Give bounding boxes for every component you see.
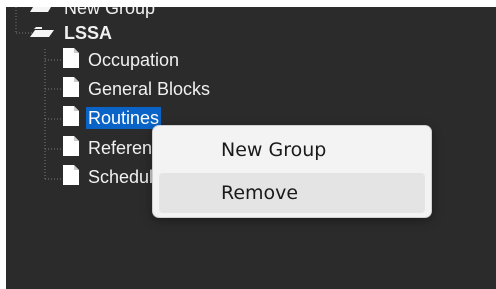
folder-open-icon	[28, 7, 56, 19]
tree-node-label: New Group	[64, 7, 156, 18]
tree-node-label: Routines	[86, 107, 162, 129]
document-icon	[62, 105, 80, 132]
tree-node-label: LSSA	[64, 23, 113, 43]
document-icon	[62, 135, 80, 162]
menu-item-remove[interactable]: Remove	[159, 173, 425, 213]
document-icon	[62, 164, 80, 191]
tree-node-general-blocks[interactable]: General Blocks	[62, 76, 212, 103]
document-icon	[62, 47, 80, 74]
tree-node-lssa[interactable]: LSSA	[28, 21, 114, 45]
tree-node-label: General Blocks	[88, 79, 211, 99]
folder-open-icon	[28, 23, 56, 44]
document-icon	[62, 76, 80, 103]
tree-node-occupation[interactable]: Occupation	[62, 47, 181, 74]
menu-item-new-group[interactable]: New Group	[159, 130, 425, 170]
tree-node-label: Occupation	[88, 50, 180, 70]
tree-node-new-group[interactable]: New Group	[28, 7, 157, 20]
context-menu: New Group Remove	[152, 125, 432, 218]
tree-node-routines[interactable]: Routines	[62, 105, 162, 132]
